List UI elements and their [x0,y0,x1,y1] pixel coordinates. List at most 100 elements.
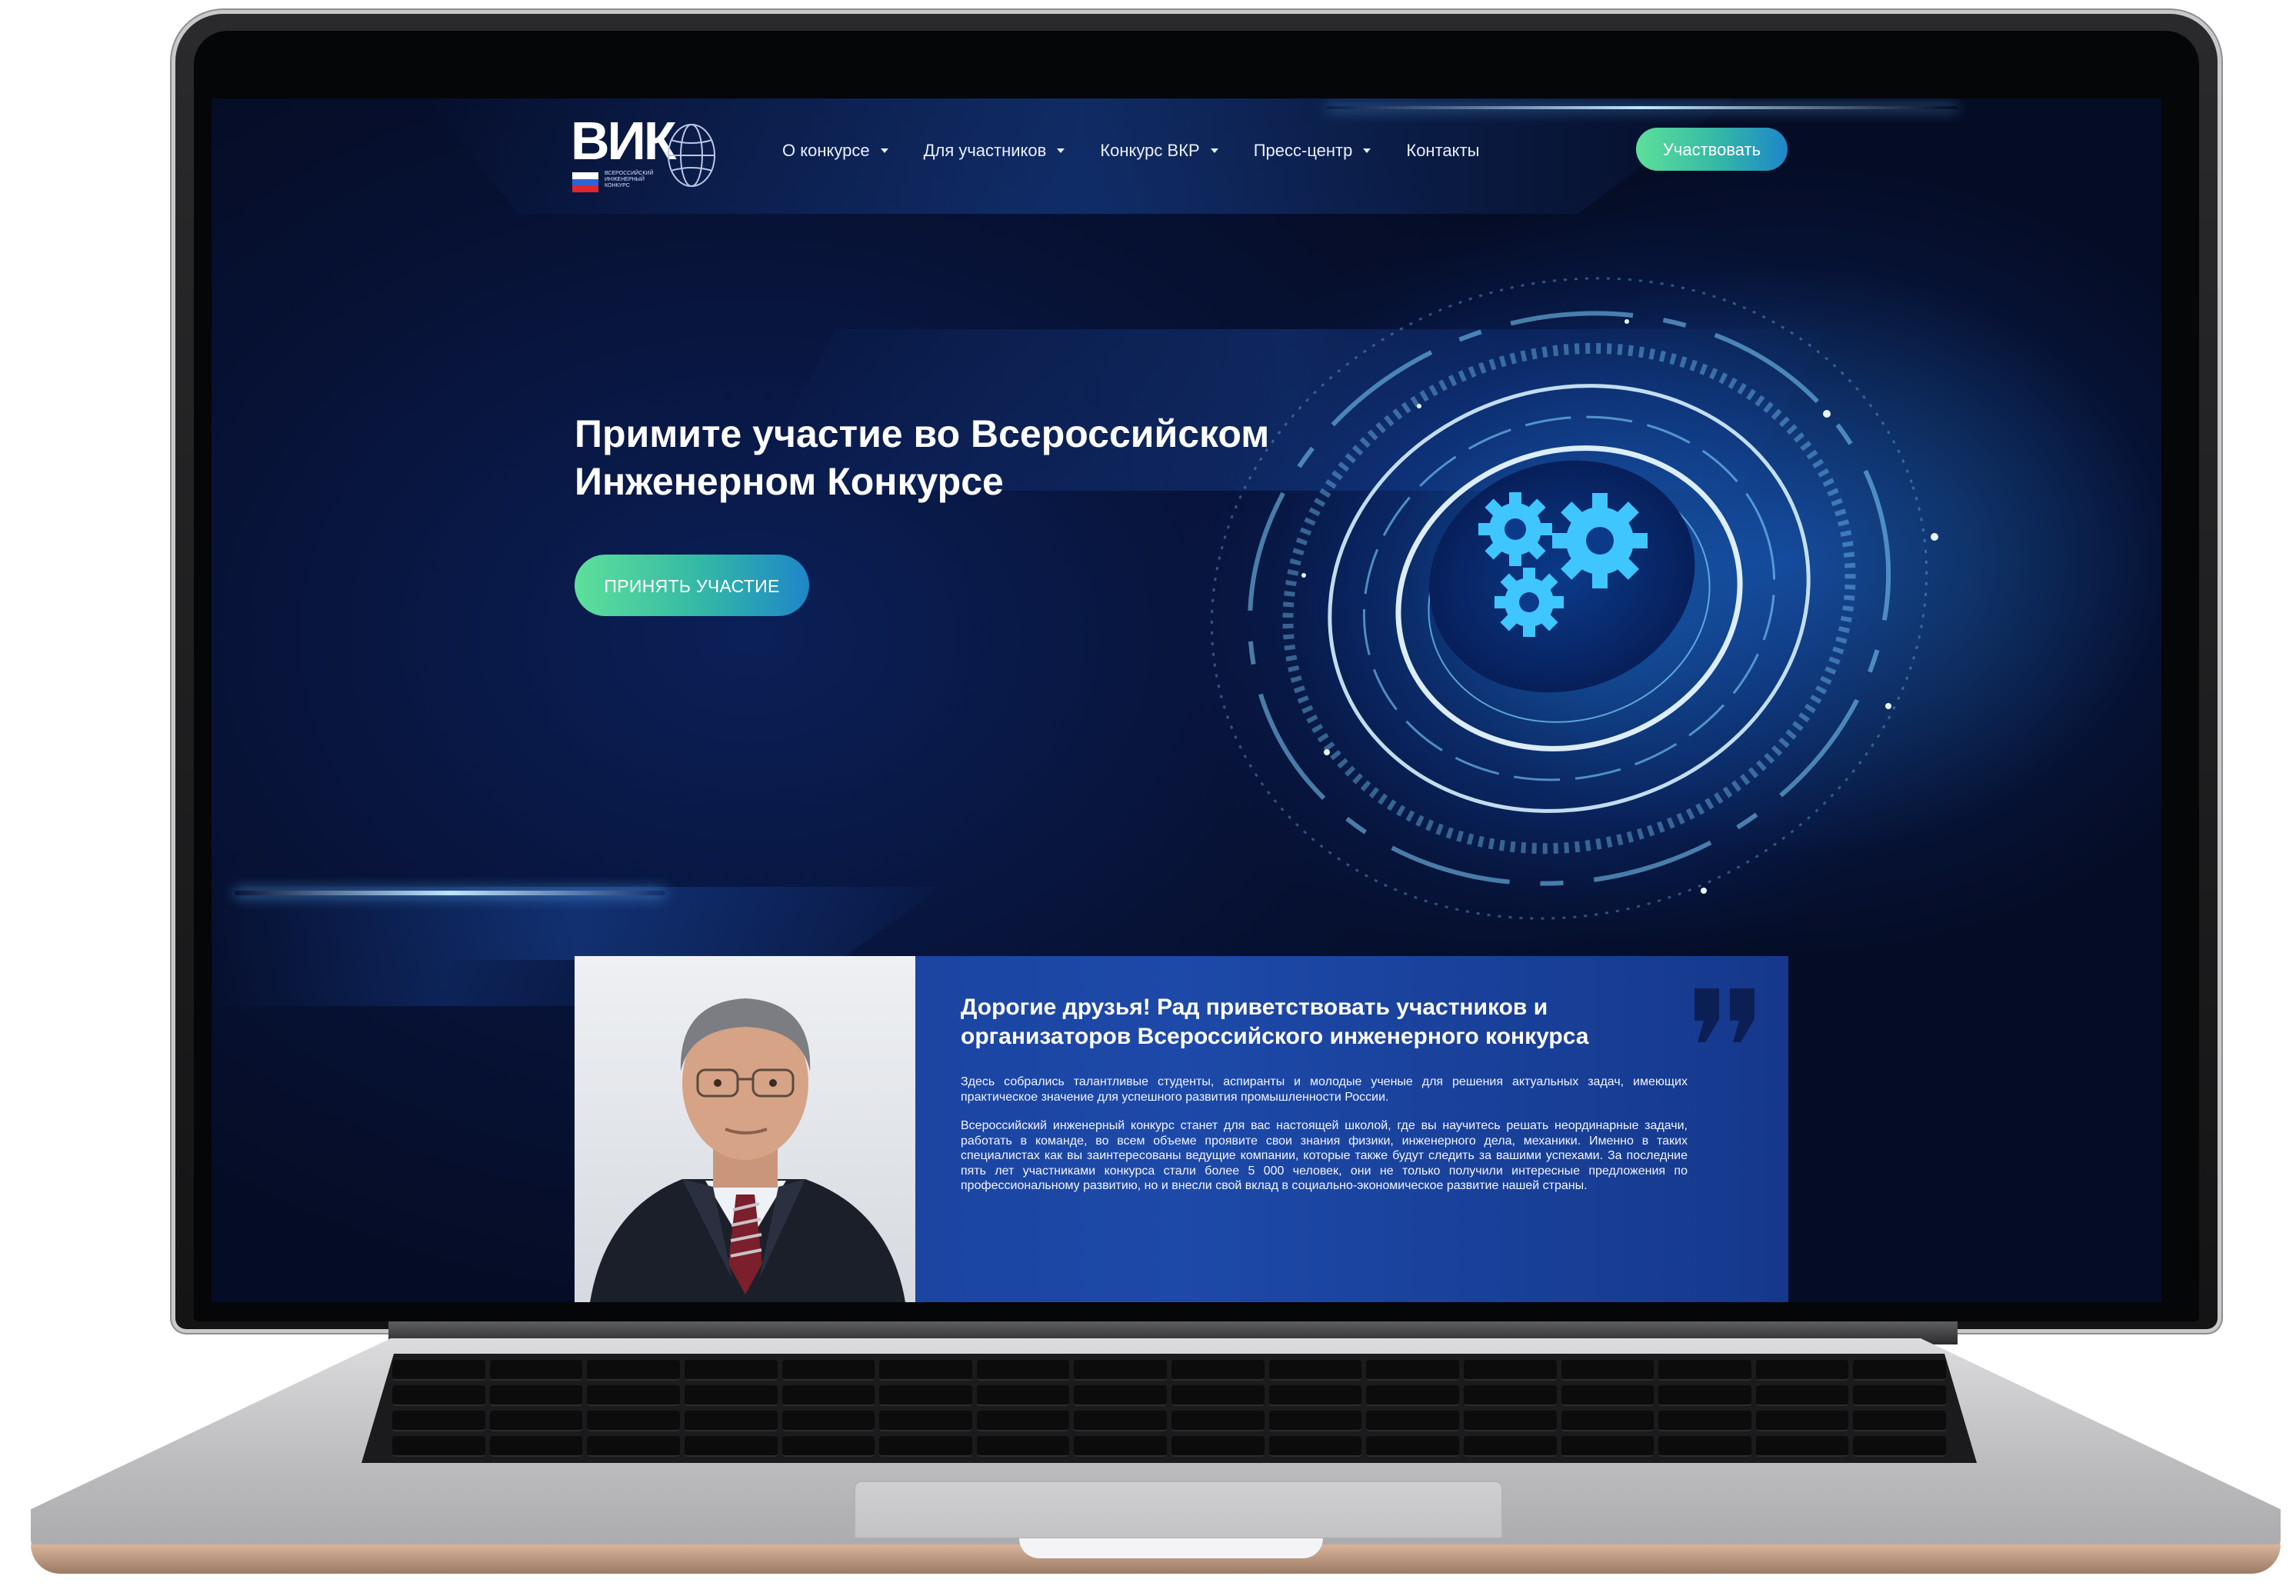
minister-portrait [575,956,915,1302]
keyboard-key [1755,1436,1849,1457]
keyboard-key [1268,1411,1362,1431]
keyboard-key [1853,1360,1946,1381]
keyboard-key [1366,1411,1459,1431]
website-screen: ВИК ВСЕРОССИЙСКИЙ ИНЖЕНЕРНЫЙ КОНКУРС О к… [212,98,2161,1302]
keyboard-key [781,1436,875,1457]
keyboard-key [1853,1411,1946,1431]
keyboard-key [1268,1385,1362,1406]
logo-wordmark: ВИК [571,111,677,171]
keyboard-key [1561,1411,1655,1431]
keyboard-key [879,1385,972,1406]
greeting-paragraph: Всероссийский инженерный конкурс станет … [961,1119,1688,1192]
keyboard-key [1658,1411,1751,1431]
quote-marks-icon [1695,988,1754,1042]
keyboard-key [1463,1360,1557,1381]
keyboard-key [1658,1385,1751,1406]
keyboard-key [1561,1360,1655,1381]
greeting-title: Дорогие друзья! Рад приветствовать участ… [961,995,1589,1049]
keyboard-key [1755,1360,1849,1381]
russian-flag-icon [572,172,598,192]
keyboard-key [1755,1385,1849,1406]
keyboard-key [1463,1385,1557,1406]
nav-item-label: Для участников [923,141,1047,160]
keyboard-key [1268,1360,1362,1381]
keyboard-key [684,1360,778,1381]
tech-orb-illustration [1169,214,1969,998]
participate-button[interactable]: Участвовать [1636,128,1788,171]
keyboard-key [1171,1436,1265,1457]
keyboard-key [1463,1436,1557,1457]
laptop-front-notch [1019,1538,1323,1558]
laptop-keyboard [362,1354,1977,1463]
keyboard-key [489,1436,583,1457]
keyboard-key [1463,1411,1557,1431]
globe-icon [668,124,715,187]
keyboard-key [392,1360,485,1381]
keyboard-key [976,1436,1070,1457]
keyboard-key [781,1411,875,1431]
nav-item-label: Конкурс ВКР [1100,141,1200,160]
nav-item-contacts[interactable]: Контакты [1406,141,1479,161]
caret-down-icon [1057,148,1065,153]
keyboard-key [489,1385,583,1406]
greeting-text-block: Дорогие друзья! Рад приветствовать участ… [961,993,1688,1208]
laptop-trackpad [854,1481,1503,1538]
keyboard-key [1366,1360,1459,1381]
keyboard-key [392,1436,485,1457]
nav-item-label: Пресс-центр [1253,141,1353,160]
caret-down-icon [1363,148,1371,153]
keyboard-key [587,1436,680,1457]
nav-item-vkr-contest[interactable]: Конкурс ВКР [1100,141,1218,161]
keyboard-key [1561,1436,1655,1457]
decor-shard [212,887,942,960]
keyboard-key [1268,1436,1362,1457]
keyboard-key [684,1385,778,1406]
keyboard-key [587,1360,680,1381]
keyboard-key [1561,1385,1655,1406]
portrait-illustration [590,998,905,1302]
keyboard-key [684,1436,778,1457]
keyboard-key [1074,1411,1167,1431]
logo-subtitle: ВСЕРОССИЙСКИЙ ИНЖЕНЕРНЫЙ КОНКУРС [605,171,654,188]
site-header: ВИК ВСЕРОССИЙСКИЙ ИНЖЕНЕРНЫЙ КОНКУРС О к… [212,98,2161,229]
keyboard-key [587,1385,680,1406]
keyboard-key [781,1360,875,1381]
keyboard-key [1658,1360,1751,1381]
main-nav: О конкурсе Для участников Конкурс ВКР Пр… [782,141,1479,161]
keyboard-key [489,1411,583,1431]
keyboard-key [1755,1411,1849,1431]
minister-greeting-card: Дорогие друзья! Рад приветствовать участ… [575,956,1788,1302]
site-logo[interactable]: ВИК ВСЕРОССИЙСКИЙ ИНЖЕНЕРНЫЙ КОНКУРС [571,114,725,198]
keyboard-key [684,1411,778,1431]
nav-item-about[interactable]: О конкурсе [782,141,888,161]
caret-down-icon [880,148,888,153]
keyboard-key [1074,1360,1167,1381]
keyboard-key [1171,1385,1265,1406]
keyboard-key [1074,1436,1167,1457]
keyboard-key [392,1385,485,1406]
keyboard-key [1074,1385,1167,1406]
keyboard-key [1366,1385,1459,1406]
keyboard-key [976,1411,1070,1431]
keyboard-key [392,1411,485,1431]
keyboard-key [1171,1360,1265,1381]
keyboard-key [879,1436,972,1457]
keyboard-key [976,1385,1070,1406]
nav-item-label: Контакты [1406,141,1480,160]
join-contest-button[interactable]: ПРИНЯТЬ УЧАСТИЕ [575,555,809,616]
keyboard-key [781,1385,875,1406]
keyboard-key [976,1360,1070,1381]
keyboard-key [1658,1436,1751,1457]
greeting-paragraph: Здесь собрались талантливые студенты, ас… [961,1075,1688,1104]
nav-item-participants[interactable]: Для участников [924,141,1065,161]
keyboard-key [489,1360,583,1381]
hero-title: Примите участие во Всероссийском Инженер… [575,412,1270,503]
keyboard-key [587,1411,680,1431]
decor-glow-line [235,891,665,895]
keyboard-key [879,1360,972,1381]
keyboard-key [879,1411,972,1431]
keyboard-key [1171,1411,1265,1431]
nav-item-press-center[interactable]: Пресс-центр [1254,141,1371,161]
caret-down-icon [1210,148,1218,153]
keyboard-key [1853,1385,1946,1406]
